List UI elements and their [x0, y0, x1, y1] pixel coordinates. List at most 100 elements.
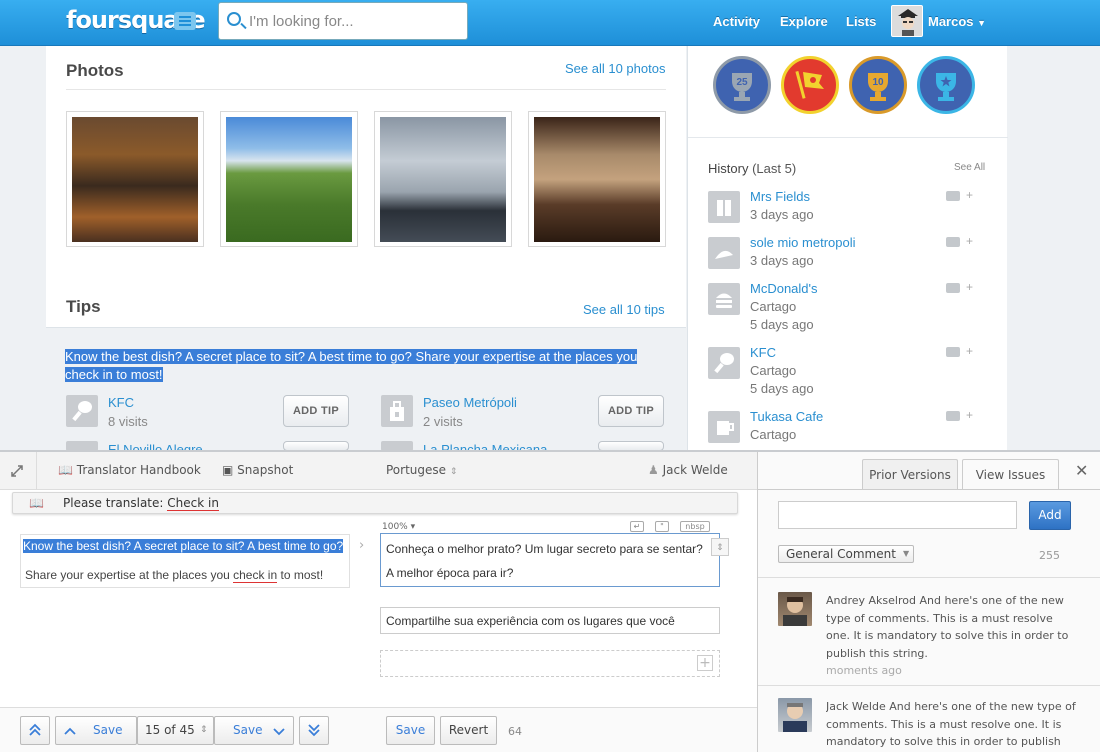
nbsp-symbol-button[interactable]: nbsp [680, 521, 710, 532]
user-menu[interactable]: Marcos ▼ [928, 14, 986, 29]
comment-input[interactable] [778, 501, 1017, 529]
avatar [778, 592, 812, 626]
save-button[interactable]: Save [386, 716, 435, 745]
history-title: History (Last 5) [708, 161, 797, 176]
search-icon [227, 12, 241, 26]
history-venue-name[interactable]: KFC [750, 345, 776, 360]
chevron-down-icon: ▼ [977, 18, 987, 28]
history-venue-name[interactable]: Tukasa Cafe [750, 409, 823, 424]
photo-thumbnail[interactable] [528, 111, 666, 247]
add-icon[interactable]: + [966, 188, 973, 202]
comment-icon[interactable] [946, 283, 960, 293]
menu-icon[interactable] [174, 12, 196, 30]
drumstick-icon [708, 347, 740, 379]
comment-text: Jack Welde And here's one of the new typ… [826, 700, 1076, 748]
person-icon: ♟ [648, 463, 659, 477]
translation-input-2[interactable]: Compartilhe sua experiência com os lugar… [380, 607, 720, 634]
photo-thumbnail[interactable] [66, 111, 204, 247]
history-time: 5 days ago [750, 317, 814, 332]
comment-icon[interactable] [946, 411, 960, 421]
tab-prior-versions[interactable]: Prior Versions [862, 459, 958, 490]
translation-input[interactable]: Conheça o melhor prato? Um lugar secreto… [380, 533, 729, 587]
photo-thumbnail[interactable] [374, 111, 512, 247]
user-name: Marcos [928, 14, 974, 29]
svg-text:10: 10 [872, 77, 884, 88]
tip-venue-link[interactable]: KFC [108, 395, 134, 410]
add-tip-button[interactable]: ADD TIP [283, 395, 349, 427]
drumstick-icon [66, 395, 98, 427]
book-icon: 📖 [58, 463, 73, 477]
add-icon[interactable]: + [966, 408, 973, 422]
add-comment-button[interactable]: Add [1029, 501, 1071, 530]
user-avatar[interactable] [891, 5, 923, 37]
badge-trophy-icon[interactable]: 25 [713, 56, 771, 114]
search-box [218, 2, 468, 40]
revert-button[interactable]: Revert [440, 716, 497, 745]
save-previous-button[interactable]: Save [55, 716, 137, 745]
editor-footer: Save 15 of 45 ⇕ Save Save Revert 64 [0, 707, 757, 752]
nav-lists[interactable]: Lists [846, 14, 876, 29]
comment-icon[interactable] [946, 237, 960, 247]
return-symbol-button[interactable]: ↵ [630, 521, 644, 532]
save-next-button[interactable]: Save [214, 716, 294, 745]
source-line-2: Share your expertise at the places you c… [25, 568, 324, 583]
tips-title: Tips [66, 297, 101, 316]
tip-visits: 8 visits [108, 414, 148, 429]
add-icon[interactable]: + [966, 344, 973, 358]
photos-title: Photos [66, 61, 124, 80]
segment-position-select[interactable]: 15 of 45 ⇕ [137, 716, 214, 745]
close-icon[interactable]: ✕ [1075, 461, 1088, 480]
comment-type-select[interactable]: General Comment ▼ [778, 545, 914, 563]
nav-explore[interactable]: Explore [780, 14, 828, 29]
history-venue-name[interactable]: McDonald's [750, 281, 818, 296]
coffee-cup-icon [708, 411, 740, 443]
history-time: 3 days ago [750, 207, 814, 222]
tips-panel: Know the best dish? A secret place to si… [46, 327, 686, 451]
history-venue-name[interactable]: Mrs Fields [750, 189, 810, 204]
divider [66, 89, 666, 90]
user-button[interactable]: ♟ Jack Welde [648, 463, 728, 477]
tab-view-issues[interactable]: View Issues [962, 459, 1059, 490]
shopping-bag-icon [381, 395, 413, 427]
tip-venue-link[interactable]: Paseo Metrópoli [423, 395, 517, 410]
badge-trophy-icon[interactable]: 10 [849, 56, 907, 114]
history-city: Cartago [750, 299, 797, 314]
salt-pepper-icon [708, 191, 740, 223]
plus-icon[interactable]: + [697, 655, 713, 671]
badge-flag-icon[interactable] [781, 56, 839, 114]
add-segment-area[interactable]: + [380, 650, 720, 677]
language-select[interactable]: Portugese ⇕ [386, 463, 457, 477]
comment-icon[interactable] [946, 191, 960, 201]
sort-icon[interactable]: ⇕ [711, 538, 729, 556]
double-chevron-down-icon [308, 724, 320, 737]
chevron-down-icon: ▼ [903, 549, 910, 558]
last-segment-button[interactable] [299, 716, 329, 745]
main-content: Photos See all 10 photos Tips See all 10… [46, 46, 686, 451]
history-city: Cartago [750, 363, 797, 378]
see-all-photos-link[interactable]: See all 10 photos [565, 61, 665, 76]
snapshot-button[interactable]: ▣ Snapshot [222, 463, 293, 477]
add-icon[interactable]: + [966, 280, 973, 294]
divider [688, 137, 1008, 138]
add-icon[interactable]: + [966, 234, 973, 248]
nav-activity[interactable]: Activity [713, 14, 760, 29]
zoom-select[interactable]: 100% ▾ [382, 522, 415, 532]
sort-icon: ⇕ [200, 725, 208, 735]
comment-text: Andrey Akselrod And here's one of the ne… [826, 594, 1069, 677]
top-navigation-bar: foursquare Activity Explore Lists Marcos… [0, 0, 1100, 46]
comment-icon[interactable] [946, 347, 960, 357]
see-all-tips-link[interactable]: See all 10 tips [583, 302, 665, 317]
history-venue-name[interactable]: sole mio metropoli [750, 235, 856, 250]
chevron-right-icon: › [359, 538, 365, 553]
translator-handbook-button[interactable]: 📖 Translator Handbook [58, 463, 201, 477]
add-tip-button[interactable]: ADD TIP [598, 395, 664, 427]
quote-symbol-button[interactable]: " [655, 521, 669, 532]
instruction-text: Please translate: Check in [63, 496, 219, 511]
search-input[interactable] [249, 11, 459, 31]
badge-trophy-icon[interactable] [917, 56, 975, 114]
issues-panel: Prior Versions View Issues ✕ Add General… [757, 452, 1100, 752]
photo-thumbnail[interactable] [220, 111, 358, 247]
expand-icon[interactable] [10, 464, 24, 478]
history-see-all-link[interactable]: See All [954, 162, 985, 173]
first-segment-button[interactable] [20, 716, 50, 745]
